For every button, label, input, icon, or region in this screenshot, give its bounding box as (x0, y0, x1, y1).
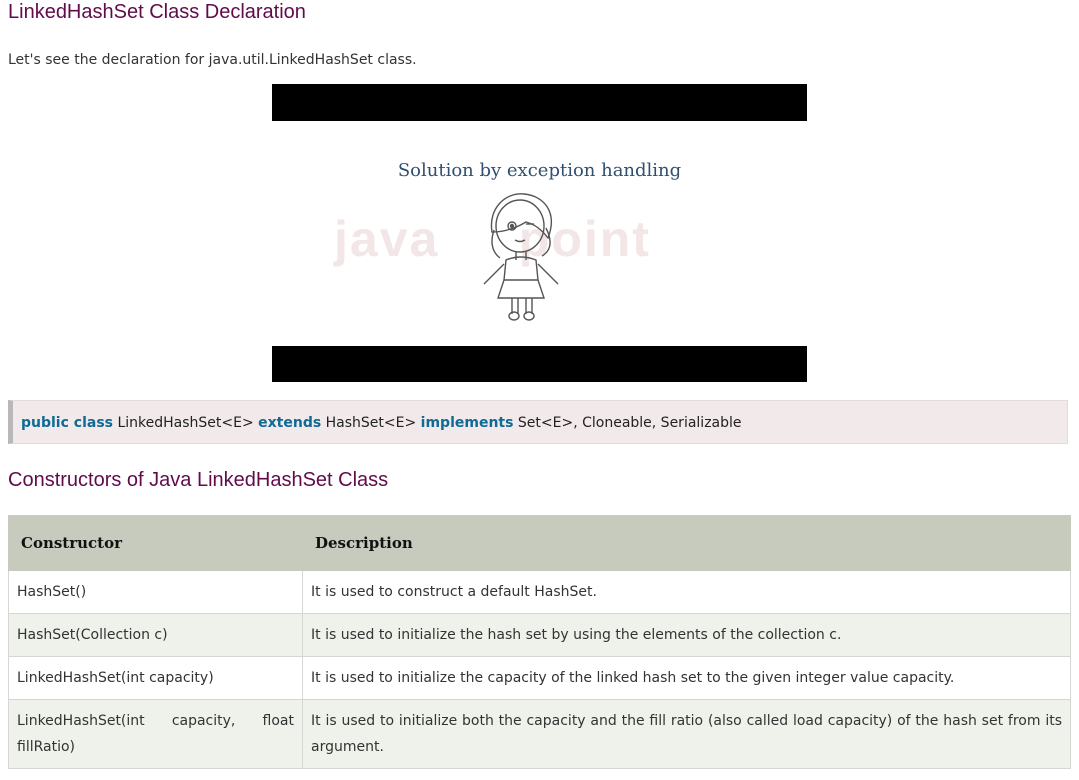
video-top-bar (272, 84, 807, 121)
constructor-cell: HashSet() (8, 570, 303, 614)
table-row: LinkedHashSet(int capacity, float fillRa… (8, 699, 1071, 769)
description-cell: It is used to initialize the capacity of… (302, 656, 1071, 700)
code-part-3: Set<E>, Cloneable, Serializable (513, 415, 742, 431)
page-heading: LinkedHashSet Class Declaration (8, 1, 306, 23)
keyword-extends: extends (258, 415, 322, 431)
table-header-row: Constructor Description (8, 515, 1071, 571)
keyword-public-class: public class (21, 415, 113, 431)
constructor-cell: HashSet(Collection c) (8, 613, 303, 657)
description-cell: It is used to initialize the hash set by… (302, 613, 1071, 657)
video-caption: Solution by exception handling (397, 160, 682, 181)
code-part-2: HashSet<E> (321, 415, 421, 431)
column-header-description: Description (302, 515, 1071, 571)
intro-text: Let's see the declaration for java.util.… (8, 52, 417, 68)
video-bottom-bar (272, 346, 807, 382)
table-row: HashSet() It is used to construct a defa… (8, 570, 1071, 614)
description-cell: It is used to initialize both the capaci… (302, 699, 1071, 769)
constructors-table: Constructor Description HashSet() It is … (8, 515, 1071, 769)
constructor-cell: LinkedHashSet(int capacity) (8, 656, 303, 700)
keyword-implements: implements (420, 415, 514, 431)
cartoon-girl-icon (483, 193, 559, 321)
description-cell: It is used to construct a default HashSe… (302, 570, 1071, 614)
table-row: HashSet(Collection c) It is used to init… (8, 613, 1071, 657)
constructor-cell: LinkedHashSet(int capacity, float fillRa… (8, 699, 303, 769)
code-declaration: public class LinkedHashSet<E> extends Ha… (8, 400, 1068, 444)
table-row: LinkedHashSet(int capacity) It is used t… (8, 656, 1071, 700)
code-part-1: LinkedHashSet<E> (113, 415, 259, 431)
video-thumbnail[interactable]: Solution by exception handling java poin… (272, 84, 807, 382)
column-header-constructor: Constructor (8, 515, 303, 571)
constructors-heading: Constructors of Java LinkedHashSet Class (8, 469, 389, 491)
